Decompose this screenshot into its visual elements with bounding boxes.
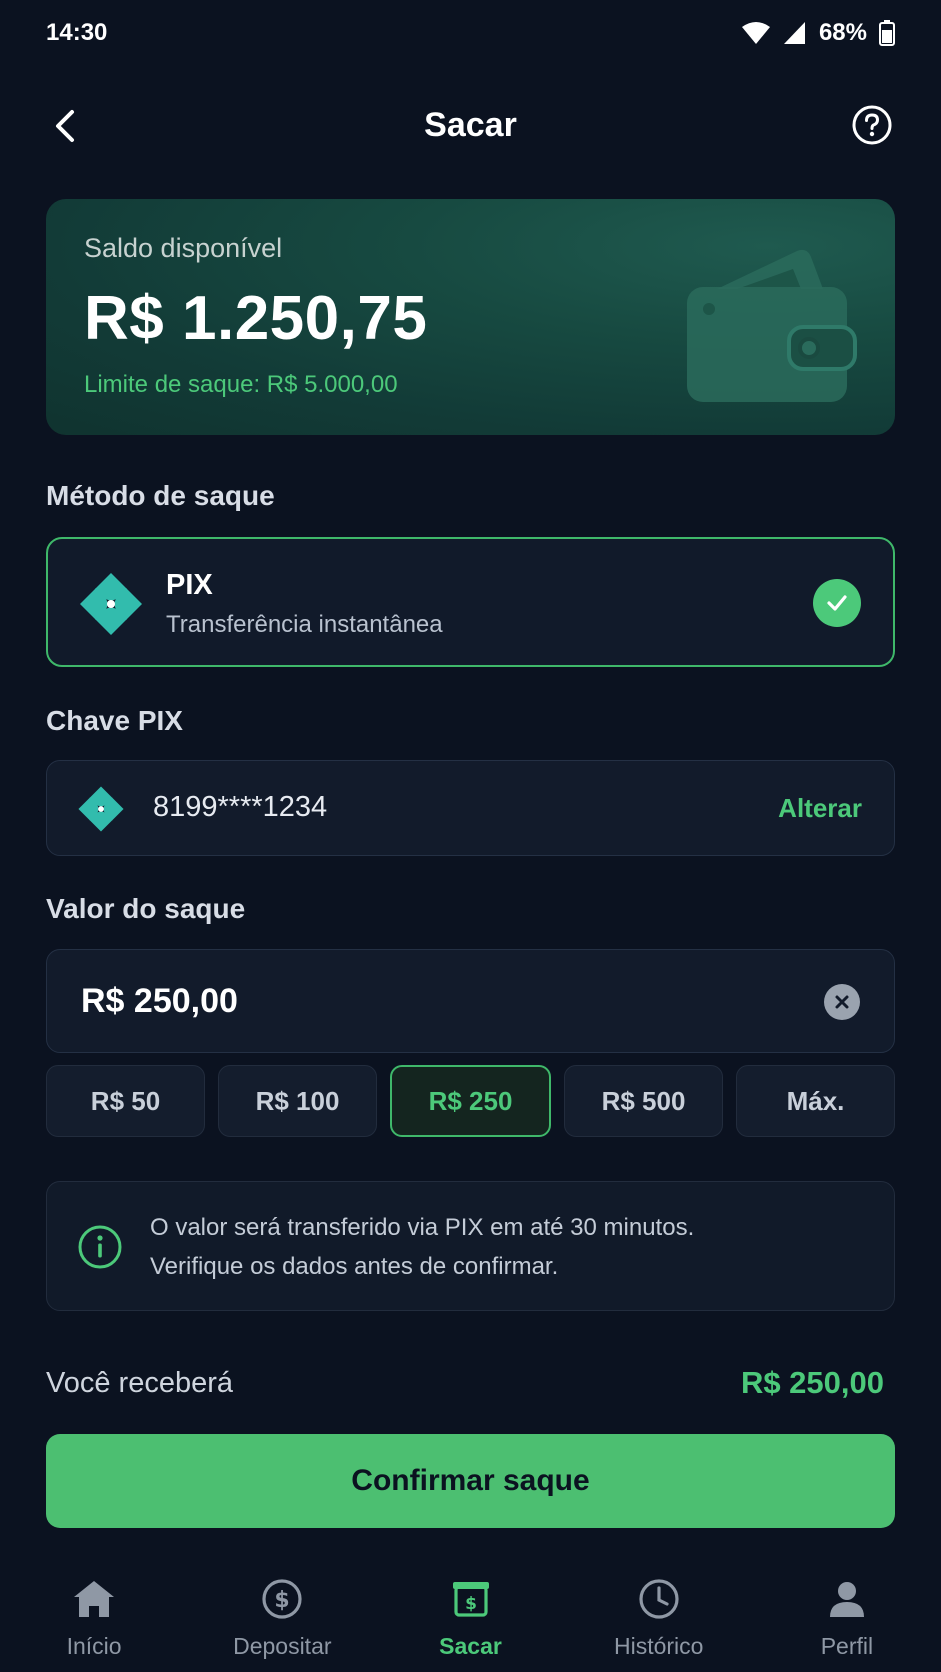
info-icon	[78, 1225, 122, 1269]
status-icons: 68%	[741, 19, 895, 47]
receive-value: R$ 250,00	[740, 1365, 884, 1400]
withdraw-icon: $	[452, 1582, 489, 1617]
method-name: PIX	[166, 569, 213, 601]
info-text-line2: Verifique os dados antes de confirmar.	[150, 1253, 559, 1280]
quick-amount-chips: R$ 50 R$ 100 R$ 250 R$ 500 Máx.	[46, 1065, 895, 1137]
pix-logo-icon	[80, 573, 142, 635]
nav-item-inicio[interactable]: Início	[0, 1560, 188, 1672]
back-button[interactable]	[46, 104, 86, 148]
amount-section-title: Valor do saque	[46, 893, 246, 924]
info-box: O valor será transferido via PIX em até …	[46, 1181, 895, 1311]
amount-value: R$ 250,00	[81, 982, 238, 1020]
balance-amount: R$ 1.250,75	[84, 284, 428, 353]
help-button[interactable]	[851, 104, 893, 146]
nav-label: Perfil	[820, 1633, 874, 1659]
nav-item-sacar[interactable]: $ Sacar	[376, 1560, 564, 1672]
info-text-line1: O valor será transferido via PIX em até …	[150, 1214, 695, 1241]
pix-method-option[interactable]: PIX Transferência instantânea	[46, 537, 895, 667]
pix-key-value: 8199****1234	[153, 791, 328, 823]
nav-item-perfil[interactable]: Perfil	[753, 1560, 941, 1672]
status-bar: 14:30 68%	[0, 0, 941, 66]
chip-max[interactable]: Máx.	[736, 1065, 895, 1137]
confirm-withdraw-button[interactable]: Confirmar saque	[46, 1434, 895, 1528]
help-icon	[852, 105, 892, 145]
receive-summary: Você receberá R$ 250,00	[46, 1363, 884, 1403]
dollar-circle-icon: $	[262, 1579, 302, 1619]
battery-icon	[879, 20, 895, 46]
nav-label: Sacar	[439, 1633, 502, 1659]
header: Sacar	[0, 90, 941, 160]
pix-logo-icon	[78, 786, 124, 832]
page-title: Sacar	[424, 105, 517, 144]
chip-50[interactable]: R$ 50	[46, 1065, 205, 1137]
clock-icon	[639, 1579, 679, 1619]
svg-text:$: $	[275, 1588, 290, 1613]
method-description: Transferência instantânea	[166, 611, 443, 638]
selected-check-icon	[813, 579, 861, 627]
nav-label: Histórico	[613, 1633, 704, 1659]
clear-amount-button[interactable]	[824, 984, 860, 1020]
status-time: 14:30	[46, 19, 108, 46]
chevron-left-icon	[56, 110, 74, 142]
nav-item-depositar[interactable]: $ Depositar	[188, 1560, 376, 1672]
close-icon	[835, 995, 849, 1009]
user-icon	[829, 1582, 864, 1617]
chip-500[interactable]: R$ 500	[564, 1065, 723, 1137]
wifi-icon	[741, 22, 770, 44]
signal-icon	[783, 22, 805, 44]
pix-key-section-title: Chave PIX	[46, 705, 183, 736]
svg-text:$: $	[465, 1594, 477, 1614]
battery-percent: 68%	[818, 19, 867, 46]
method-section-title: Método de saque	[46, 480, 275, 511]
chip-250[interactable]: R$ 250	[390, 1065, 551, 1137]
receive-label: Você receberá	[46, 1367, 234, 1399]
change-key-button[interactable]: Alterar	[778, 793, 862, 824]
wallet-icon	[687, 249, 857, 402]
nav-item-historico[interactable]: Histórico	[565, 1560, 753, 1672]
bottom-nav: Início $ Depositar $ Sacar Histórico Per…	[0, 1560, 941, 1672]
home-icon	[74, 1581, 115, 1617]
nav-label: Início	[66, 1633, 122, 1659]
pix-key-field: 8199****1234 Alterar	[46, 760, 895, 856]
balance-label: Saldo disponível	[84, 233, 283, 263]
nav-label: Depositar	[233, 1633, 332, 1659]
amount-input[interactable]: R$ 250,00	[46, 949, 895, 1053]
chip-100[interactable]: R$ 100	[218, 1065, 377, 1137]
withdraw-limit: Limite de saque: R$ 5.000,00	[84, 371, 398, 398]
balance-card: Saldo disponível R$ 1.250,75 Limite de s…	[46, 199, 895, 435]
